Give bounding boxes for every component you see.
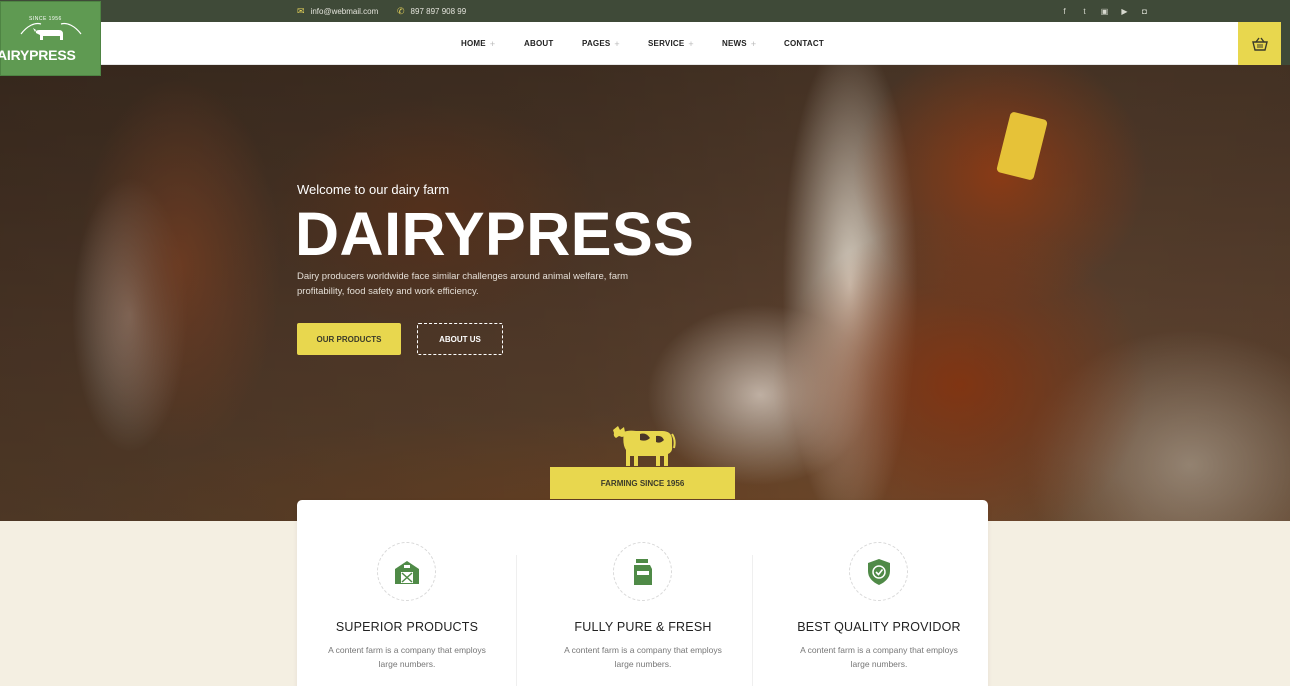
nav-item-news[interactable]: NEWS + [722,22,756,65]
feature-title: SUPERIOR PRODUCTS [335,620,479,634]
feature-icon-circle [613,542,672,601]
shield-check-icon [867,558,890,585]
our-products-button[interactable]: OUR PRODUCTS [297,323,401,355]
plus-icon: + [489,38,496,49]
nav-label[interactable]: PAGES [582,39,610,48]
feature-best-quality: BEST QUALITY PROVIDOR A content farm is … [769,500,1005,686]
feature-divider [516,555,517,686]
linkedin-icon[interactable]: ▣ [1100,7,1109,16]
nav-item-contact[interactable]: CONTACT [784,22,824,65]
social-links: f t ▣ ▶ ◘ [1060,0,1149,22]
plus-icon: + [688,38,694,49]
hero-section: Welcome to our dairy farm DAIRYPRESS Dai… [0,65,1290,521]
feature-divider [752,555,753,686]
feature-text: A content farm is a company that employs… [328,645,486,669]
barn-icon [394,560,419,584]
nav-label[interactable]: HOME [461,39,486,48]
page-edge-strip [1281,22,1290,65]
hero-title: DAIRYPRESS [295,200,695,268]
feature-superior-products: SUPERIOR PRODUCTS A content farm is a co… [297,500,533,686]
phone-text[interactable]: 897 897 908 99 [411,7,467,16]
cow-icon [613,426,676,466]
top-bar: ✉ info@webmail.com ✆ 897 897 908 99 f t … [0,0,1290,22]
phone-contact[interactable]: ✆ 897 897 908 99 [397,0,466,22]
feature-icon-circle [849,542,908,601]
twitter-icon[interactable]: t [1080,7,1089,16]
youtube-icon[interactable]: ▶ [1120,7,1129,16]
feature-title: BEST QUALITY PROVIDOR [797,620,961,634]
basket-icon [1251,37,1268,51]
feature-pure-fresh: FULLY PURE & FRESH A content farm is a c… [533,500,769,686]
milk-carton-icon [633,558,652,585]
nav-item-pages[interactable]: PAGES + [582,22,620,65]
nav-label[interactable]: ABOUT [524,39,553,48]
instagram-icon[interactable]: ◘ [1140,7,1149,16]
hero-description: Dairy producers worldwide face similar c… [297,271,629,297]
about-us-button[interactable]: ABOUT US [417,323,503,355]
main-navbar: HOME + ABOUT PAGES + SERVICE + NEWS + CO… [0,22,1290,65]
nav-item-service[interactable]: SERVICE + [648,22,694,65]
site-logo[interactable]: SINCE 1956 AIRYPRESS [0,1,101,76]
feature-icon-circle [377,542,436,601]
feature-text: A content farm is a company that employs… [800,645,958,669]
facebook-icon[interactable]: f [1060,7,1069,16]
email-text[interactable]: info@webmail.com [311,7,379,16]
nav-label[interactable]: SERVICE [648,39,684,48]
features-card: SUPERIOR PRODUCTS A content farm is a co… [297,500,988,686]
nav-label[interactable]: NEWS [722,39,747,48]
nav-label[interactable]: CONTACT [784,39,824,48]
cow-logo-icon [20,22,82,40]
main-menu: HOME + ABOUT PAGES + SERVICE + NEWS + CO… [0,22,1290,65]
hero-welcome: Welcome to our dairy farm [297,182,450,197]
email-contact[interactable]: ✉ info@webmail.com [297,0,378,22]
envelope-icon: ✉ [297,5,305,16]
logo-text: AIRYPRESS [0,47,76,63]
cart-button[interactable] [1238,22,1281,65]
phone-icon: ✆ [397,5,405,16]
plus-icon: + [750,38,757,49]
feature-title: FULLY PURE & FRESH [574,620,712,634]
nav-item-about[interactable]: ABOUT [524,22,553,65]
nav-item-home[interactable]: HOME + [461,22,495,65]
feature-text: A content farm is a company that employs… [564,645,722,669]
plus-icon: + [614,38,620,49]
farming-since-badge: FARMING SINCE 1956 [550,467,735,499]
